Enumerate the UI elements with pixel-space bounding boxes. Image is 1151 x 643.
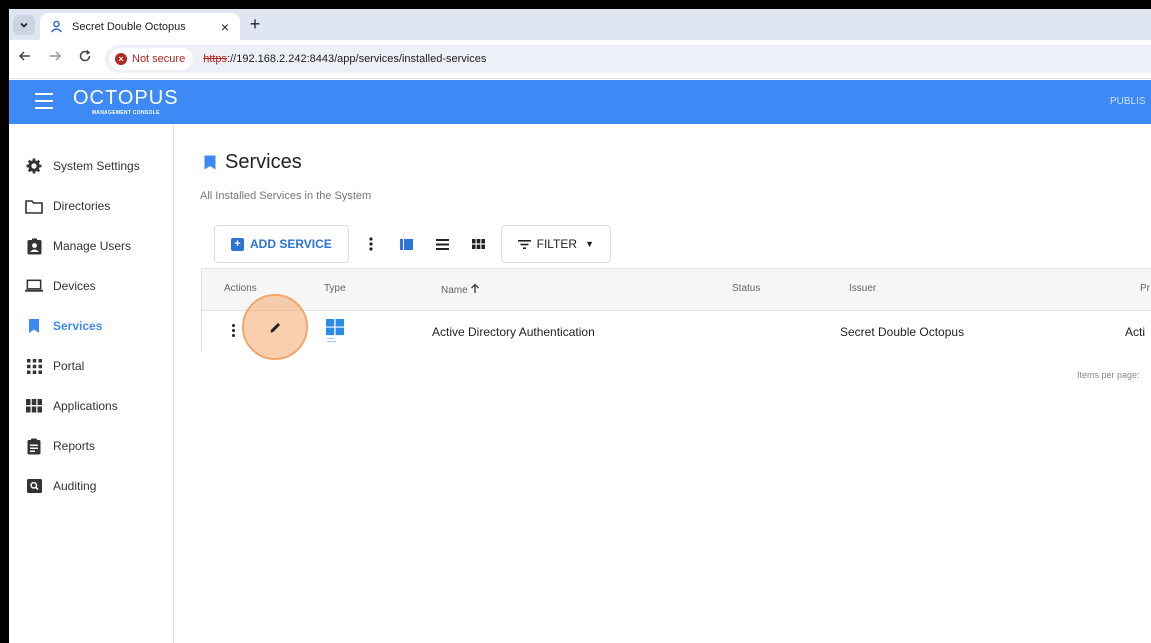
sidebar-item-reports[interactable]: Reports — [9, 431, 173, 461]
tab-title: Secret Double Octopus — [72, 20, 186, 33]
row-provider: Acti — [1125, 325, 1146, 339]
filter-label: FILTER — [536, 237, 578, 251]
sidebar-item-label: Directories — [53, 199, 111, 213]
row-kebab-icon[interactable] — [232, 324, 236, 338]
sidebar-item-label: Reports — [53, 439, 96, 453]
search-box-icon — [25, 477, 43, 495]
arrow-right-icon — [50, 51, 62, 61]
filter-icon — [517, 239, 531, 249]
items-per-page-label: Items per page: — [1077, 370, 1140, 380]
filter-button[interactable]: FILTER ▼ — [500, 225, 611, 263]
sidebar-item-devices[interactable]: Devices — [9, 271, 173, 301]
windows-logo-icon — [326, 319, 344, 342]
card-view-button[interactable] — [389, 225, 425, 263]
menu-icon[interactable] — [35, 93, 53, 109]
bookmark-icon — [204, 155, 216, 170]
grid-icon — [25, 357, 43, 375]
forward-button[interactable] — [45, 49, 65, 69]
toolbar-controls: + ADD SERVICE FILTER ▼ — [214, 225, 611, 263]
plus-icon: + — [231, 237, 244, 251]
arrow-left-icon — [18, 51, 30, 61]
sidebar-item-services[interactable]: Services — [9, 311, 173, 341]
clipboard-icon — [25, 437, 43, 455]
app-header: OCTOPUS MANAGEMENT CONSOLE PUBLIS — [9, 80, 1151, 124]
sidebar-item-label: Auditing — [53, 479, 97, 493]
page-title-text: Services — [225, 151, 302, 173]
url-scheme: https — [203, 53, 228, 65]
reload-button[interactable] — [75, 49, 95, 69]
brand-logo[interactable]: OCTOPUS MANAGEMENT CONSOLE — [73, 87, 179, 116]
column-actions: Actions — [224, 283, 257, 294]
security-chip[interactable]: × Not secure — [109, 48, 194, 70]
browser-window: Secret Double Octopus × + × Not secure h… — [9, 9, 1151, 643]
column-name-label: Name — [441, 285, 468, 296]
add-service-label: ADD SERVICE — [250, 237, 332, 251]
sidebar-item-manage-users[interactable]: Manage Users — [9, 231, 173, 261]
pencil-icon — [270, 322, 280, 332]
column-status[interactable]: Status — [732, 283, 760, 294]
column-provider[interactable]: Pr — [1140, 283, 1150, 294]
grid-view-button[interactable] — [461, 225, 497, 263]
table-row[interactable]: Active Directory Authentication Secret D… — [202, 294, 1151, 360]
apps-icon — [25, 397, 43, 415]
brand-name: OCTOPUS — [73, 87, 179, 109]
warning-icon: × — [115, 53, 127, 65]
brand-subtitle: MANAGEMENT CONSOLE — [91, 110, 160, 116]
browser-tab[interactable]: Secret Double Octopus × — [40, 13, 240, 40]
back-button[interactable] — [15, 49, 35, 69]
add-service-button[interactable]: + ADD SERVICE — [214, 225, 349, 263]
sidebar-item-auditing[interactable]: Auditing — [9, 471, 173, 501]
sidebar: System Settings Directories Manage Users… — [9, 124, 174, 643]
page-title: Services — [204, 151, 302, 174]
column-name[interactable]: Name — [441, 283, 480, 296]
edit-button[interactable] — [260, 312, 290, 342]
sidebar-item-label: Devices — [53, 279, 96, 293]
tab-strip: Secret Double Octopus × + — [9, 9, 1151, 40]
row-issuer: Secret Double Octopus — [840, 325, 965, 339]
header-publish[interactable]: PUBLIS — [1110, 96, 1146, 107]
kebab-icon — [369, 237, 373, 251]
user-badge-icon — [25, 237, 43, 255]
sort-ascending-icon — [471, 283, 480, 293]
new-tab-button[interactable]: + — [245, 14, 265, 35]
main-content: Services All Installed Services in the S… — [174, 124, 1151, 643]
tab-close-icon[interactable]: × — [218, 19, 232, 35]
sidebar-item-system-settings[interactable]: System Settings — [9, 151, 173, 181]
sidebar-item-portal[interactable]: Portal — [9, 351, 173, 381]
user-favicon-icon — [48, 19, 64, 35]
sidebar-item-label: Portal — [53, 359, 85, 373]
list-view-button[interactable] — [425, 225, 461, 263]
click-highlight — [242, 294, 308, 360]
security-label: Not secure — [132, 53, 186, 65]
tab-search-dropdown[interactable] — [13, 15, 35, 35]
sidebar-item-applications[interactable]: Applications — [9, 391, 173, 421]
folder-icon — [25, 197, 43, 215]
sidebar-item-label: Applications — [53, 399, 118, 413]
column-issuer[interactable]: Issuer — [849, 283, 876, 294]
page-subtitle: All Installed Services in the System — [200, 190, 372, 202]
chevron-down-icon — [20, 22, 28, 28]
address-bar[interactable]: × Not secure https://192.168.2.242:8443/… — [105, 45, 1151, 73]
card-view-icon — [400, 238, 414, 250]
more-options-button[interactable] — [353, 225, 389, 263]
table-header: Actions Type Name Status Issuer Pr — [202, 269, 1151, 311]
sidebar-item-label: Services — [53, 319, 103, 333]
grid-view-icon — [472, 239, 486, 249]
services-table: Actions Type Name Status Issuer Pr Activ… — [201, 268, 1151, 360]
url-text[interactable]: https://192.168.2.242:8443/app/services/… — [203, 53, 486, 65]
sidebar-item-label: System Settings — [53, 159, 140, 173]
reload-icon — [79, 49, 91, 62]
laptop-icon — [25, 277, 43, 295]
url-rest: ://192.168.2.242:8443/app/services/insta… — [227, 53, 487, 65]
browser-toolbar: × Not secure https://192.168.2.242:8443/… — [9, 40, 1151, 79]
row-name[interactable]: Active Directory Authentication — [432, 325, 595, 339]
caret-down-icon: ▼ — [585, 239, 594, 249]
sidebar-item-label: Manage Users — [53, 239, 132, 253]
column-type[interactable]: Type — [324, 283, 346, 294]
gear-icon — [25, 157, 43, 175]
sidebar-item-directories[interactable]: Directories — [9, 191, 173, 221]
bookmark-icon — [25, 317, 43, 335]
list-view-icon — [436, 238, 450, 250]
